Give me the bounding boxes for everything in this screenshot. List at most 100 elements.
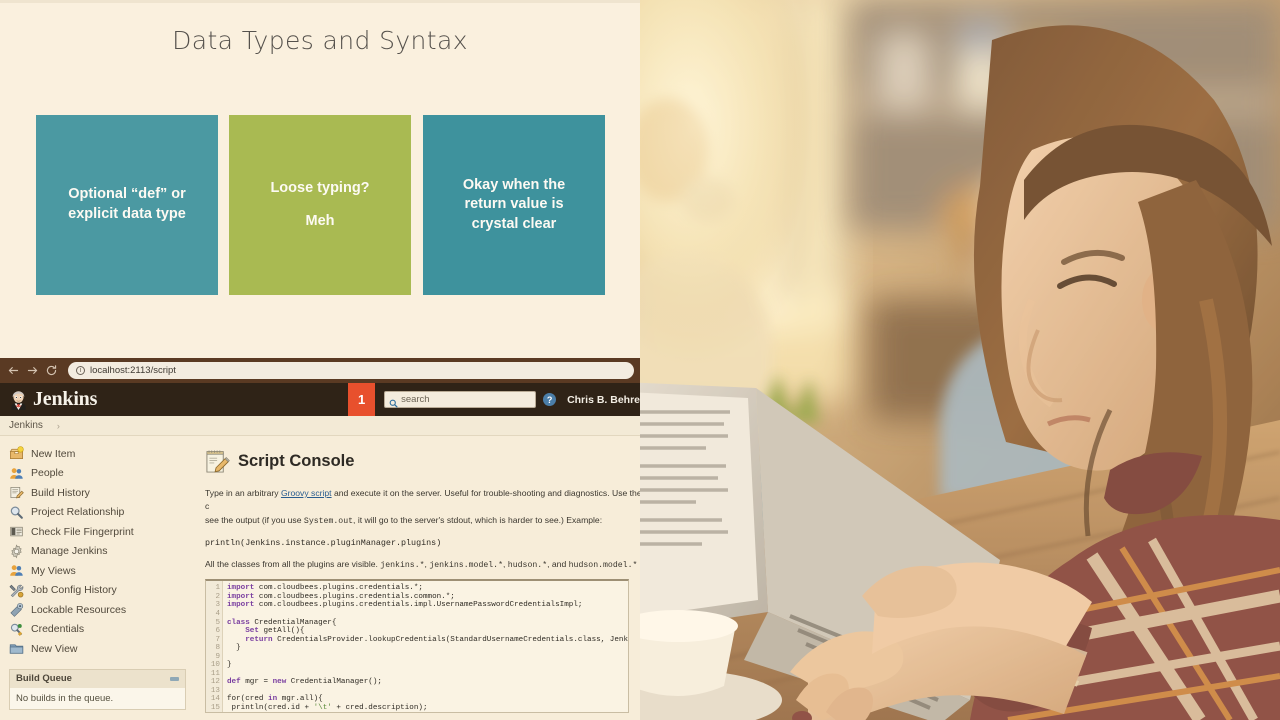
slide-cards: Optional “def” or explicit data type Loo… (36, 115, 606, 295)
slide-top-border (0, 0, 640, 3)
sidebar-item-project-relationship[interactable]: Project Relationship (0, 503, 196, 523)
editor-line-number: 7 (215, 635, 220, 644)
photo-illustration (640, 0, 1280, 720)
editor-code-line: import com.cloudbees.plugins.credentials… (227, 584, 423, 593)
slide-card-3-line2: return value is (464, 196, 564, 213)
wrench-icon (9, 583, 24, 598)
sidebar-item-my-views[interactable]: My Views (0, 561, 196, 581)
slide-card-1: Optional “def” or explicit data type (36, 115, 218, 295)
desc2-mono-1: jenkins.* (380, 561, 425, 571)
sidebar-item-credentials[interactable]: Credentials (0, 620, 196, 640)
slide-card-2: Loose typing? Meh (229, 115, 411, 295)
sidebar-item-job-config-history[interactable]: Job Config History (0, 581, 196, 601)
example-code: println(Jenkins.instance.pluginManager.p… (205, 538, 442, 549)
sidebar-item-lockable-resources[interactable]: Lockable Resources (0, 600, 196, 620)
browser-toolbar: i localhost:2113/script (0, 358, 640, 383)
page-description-2: All the classes from all the plugins are… (205, 559, 640, 570)
sidebar-label: Job Config History (31, 584, 117, 597)
left-pane: Data Types and Syntax Optional “def” or … (0, 0, 640, 720)
folder-icon (9, 641, 24, 656)
editor-code-line: import com.cloudbees.plugins.credentials… (227, 592, 455, 601)
desc-text-d: , it will go to the server's stdout, whi… (353, 514, 603, 525)
jenkins-logo-text: Jenkins (33, 388, 98, 410)
url-bar[interactable]: i localhost:2113/script (68, 362, 634, 379)
sidebar-label: My Views (31, 564, 76, 577)
build-queue-header: Build Queue (10, 669, 185, 688)
sidebar-item-manage-jenkins[interactable]: Manage Jenkins (0, 542, 196, 562)
jenkins-home-link[interactable]: Jenkins (0, 388, 97, 411)
sidebar-label: Project Relationship (31, 506, 125, 519)
desc2-mono-4: hudson.model.* (568, 561, 638, 571)
people-icon (9, 466, 24, 481)
editor-line-number: 2 (215, 592, 220, 601)
slide-card-1-line2: explicit data type (68, 206, 186, 222)
editor-line-number: 5 (215, 618, 220, 627)
sidebar-label: People (31, 467, 64, 480)
editor-code-line: } (227, 661, 232, 670)
slide-card-3: Okay when the return value is crystal cl… (423, 115, 605, 295)
sidebar-item-check-file-fingerprint[interactable]: Check File Fingerprint (0, 522, 196, 542)
editor-code-line: class CredentialManager{ (227, 618, 337, 627)
sidebar-item-build-history[interactable]: Build History (0, 483, 196, 503)
slide-title: Data Types and Syntax (172, 26, 468, 55)
reload-icon[interactable] (42, 361, 61, 380)
editor-line-numbers: 1234567891011121314151617 (206, 581, 223, 714)
jenkins-butler-icon (9, 390, 28, 410)
magnifier-icon (9, 505, 24, 520)
sidebar-label: Credentials (31, 623, 85, 636)
new-item-icon (9, 446, 24, 461)
editor-line-number: 10 (210, 661, 220, 670)
editor-line-number: 1 (215, 584, 220, 593)
editor-code-line (227, 670, 628, 679)
build-queue-title: Build Queue (16, 673, 72, 684)
notification-badge[interactable]: 1 (348, 383, 376, 416)
build-queue-panel: Build Queue No builds in the queue. (9, 668, 186, 710)
cafe-laptop-photo (640, 0, 1280, 720)
editor-code-line (227, 610, 628, 619)
help-icon[interactable]: ? (543, 393, 557, 406)
slide-card-1-line1: Optional “def” or (68, 186, 186, 203)
breadcrumb: Jenkins › (0, 416, 640, 436)
search-input[interactable]: search (384, 391, 537, 408)
slide-card-3-line3: crystal clear (471, 215, 557, 232)
script-editor[interactable]: 1234567891011121314151617 import com.clo… (205, 579, 629, 714)
page-title: Script Console (238, 452, 355, 470)
collapse-icon[interactable] (170, 676, 179, 681)
user-name-link[interactable]: Chris B. Behre (567, 394, 640, 406)
desc2-mono-2: jenkins.model.* (429, 561, 504, 571)
editor-code-line: println(cred.id + '\t' + cred.descriptio… (227, 703, 428, 712)
editor-code-line: def mgr = new CredentialManager(); (227, 678, 382, 687)
groovy-script-link[interactable]: Groovy script (281, 488, 332, 498)
slide-card-2-sub: Meh (305, 212, 335, 229)
editor-code-line: for(cred in mgr.all){ (227, 695, 323, 704)
main-content: Script Console Type in an arbitrary Groo… (196, 437, 640, 720)
screenshot-root: Data Types and Syntax Optional “def” or … (0, 0, 1280, 720)
back-arrow-icon[interactable] (4, 361, 23, 380)
search-icon (389, 395, 398, 408)
url-text: localhost:2113/script (90, 365, 176, 376)
editor-line-number: 14 (210, 695, 220, 704)
sidebar-item-new-item[interactable]: New Item (0, 444, 196, 464)
desc-text-a: Type in an arbitrary (205, 488, 281, 498)
build-queue-empty-text: No builds in the queue. (16, 692, 114, 704)
build-history-icon (9, 485, 24, 500)
editor-line-number: 16 (206, 713, 220, 714)
editor-code-line (227, 687, 628, 696)
info-circle-icon: i (76, 366, 85, 375)
sidebar-item-people[interactable]: People (0, 464, 196, 484)
editor-code-line: return CredentialsProvider.lookupCredent… (245, 635, 628, 644)
editor-code-line: import com.cloudbees.plugins.credentials… (227, 601, 583, 610)
forward-arrow-icon[interactable] (23, 361, 42, 380)
gear-icon (9, 544, 24, 559)
sidebar: New Item People Build History Project Re… (0, 437, 196, 720)
presentation-slide: Data Types and Syntax Optional “def” or … (0, 0, 640, 358)
sidebar-item-new-view[interactable]: New View (0, 639, 196, 659)
breadcrumb-item-jenkins[interactable]: Jenkins (9, 420, 43, 431)
sidebar-label: New Item (31, 447, 76, 460)
sidebar-label: Manage Jenkins (31, 545, 108, 558)
editor-line-number: 6 (215, 627, 220, 636)
desc2-a: All the classes from all the plugins are… (205, 559, 381, 570)
desc2-mono-3: hudson.* (507, 561, 548, 571)
editor-code[interactable]: import com.cloudbees.plugins.credentials… (223, 581, 628, 712)
my-views-icon (9, 563, 24, 578)
